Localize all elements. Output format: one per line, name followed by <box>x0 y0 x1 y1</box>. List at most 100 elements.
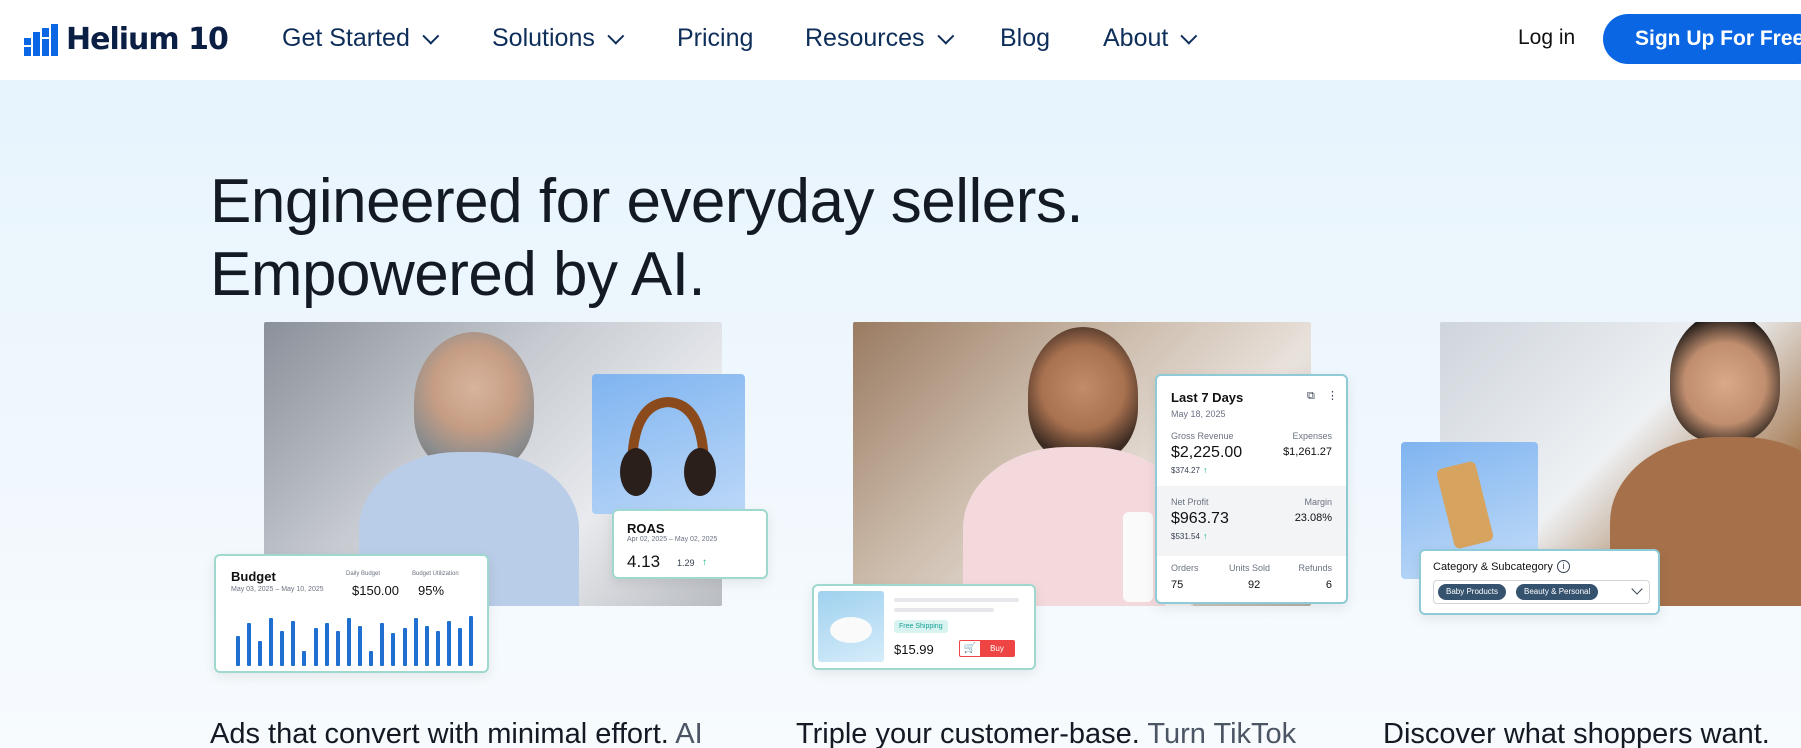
person-head <box>414 332 534 472</box>
chevron-down-icon <box>936 27 954 45</box>
login-link[interactable]: Log in <box>1518 26 1575 50</box>
caption-light: Turn TikTok <box>1147 718 1297 748</box>
tag-beauty-personal[interactable]: Beauty & Personal <box>1516 584 1599 600</box>
budget-bar <box>236 636 240 666</box>
category-select[interactable]: Baby Products Beauty & Personal <box>1433 580 1650 604</box>
budget-bar <box>458 628 462 666</box>
roas-card: ROAS Apr 02, 2025 – May 02, 2025 4.13 1.… <box>612 509 768 579</box>
product-price: $15.99 <box>894 642 934 657</box>
person-head <box>1670 322 1780 442</box>
gross-value: $2,225.00 <box>1171 444 1243 461</box>
placeholder-line <box>894 608 994 612</box>
budget-title: Budget <box>231 569 276 584</box>
free-shipping-badge: Free Shipping <box>894 620 948 633</box>
budget-bar <box>469 616 473 666</box>
budget-util-label: Budget Utilization <box>412 571 459 577</box>
nav-blog[interactable]: Blog <box>1000 24 1050 53</box>
hero-headline: Engineered for everyday sellers. Empower… <box>210 165 1084 311</box>
more-icon[interactable]: ⋮ <box>1327 389 1338 402</box>
orders-label: Orders <box>1171 563 1199 573</box>
budget-bar <box>302 651 306 666</box>
budget-bar <box>403 628 407 666</box>
budget-bar <box>414 618 418 666</box>
net-profit-row: Net Profit $963.73 $531.54 ↑ Margin 23.0… <box>1157 486 1346 556</box>
product-card: Free Shipping $15.99 🛒 Buy <box>812 584 1036 670</box>
chevron-down-icon <box>422 27 440 45</box>
headphones-image <box>592 374 745 514</box>
signup-button[interactable]: Sign Up For Free <box>1603 14 1801 64</box>
caption-customers: Triple your customer-base. Turn TikTok <box>796 718 1296 748</box>
net-change: $531.54 <box>1171 532 1200 541</box>
chevron-down-icon <box>1631 583 1643 595</box>
buy-button[interactable]: 🛒 Buy <box>959 640 1015 657</box>
units-value: 92 <box>1248 579 1261 591</box>
chevron-down-icon <box>607 27 625 45</box>
budget-bar <box>358 626 362 666</box>
roas-title: ROAS <box>627 521 665 536</box>
budget-bar <box>425 626 429 666</box>
budget-bar <box>269 618 273 666</box>
signup-label: Sign Up For Free <box>1635 27 1801 50</box>
placeholder-line <box>894 598 1019 602</box>
info-icon[interactable]: i <box>1557 560 1570 573</box>
logo-icon <box>24 23 58 56</box>
category-title: Category & Subcategory <box>1433 561 1553 573</box>
category-card: Category & Subcategory i Baby Products B… <box>1419 549 1660 615</box>
gross-label: Gross Revenue <box>1171 431 1234 441</box>
caption-bold: Ads that convert with minimal effort. <box>210 718 669 748</box>
headline-line-1: Engineered for everyday sellers. <box>210 167 1084 236</box>
daily-budget-value: $150.00 <box>352 583 399 598</box>
top-nav: Helium 10 Get Started Solutions Pricing … <box>0 0 1801 80</box>
caption-bold: Triple your customer-base. <box>796 718 1140 748</box>
caption-discover: Discover what shoppers want. <box>1383 718 1770 748</box>
margin-label: Margin <box>1304 497 1332 507</box>
budget-bar <box>325 623 329 666</box>
person-head <box>1028 327 1138 462</box>
arrow-up-icon: ↑ <box>1203 465 1208 475</box>
daily-budget-label: Daily Budget <box>346 571 381 577</box>
budget-bar-chart <box>232 616 477 666</box>
arrow-up-icon: ↑ <box>1203 531 1208 541</box>
bottle-image <box>1123 512 1153 602</box>
gross-change: $374.27 <box>1171 466 1200 475</box>
refunds-value: 6 <box>1325 579 1332 591</box>
budget-bar <box>336 631 340 666</box>
nav-solutions[interactable]: Solutions <box>492 24 625 53</box>
orders-value: 75 <box>1171 579 1184 591</box>
refunds-label: Refunds <box>1298 563 1332 573</box>
nav-get-started[interactable]: Get Started <box>282 24 440 53</box>
caption-light: AI <box>675 718 703 748</box>
nav-resources[interactable]: Resources <box>805 24 954 53</box>
budget-util-value: 95% <box>418 583 445 598</box>
tag-baby-products[interactable]: Baby Products <box>1438 584 1507 600</box>
budget-bar <box>380 623 384 666</box>
expenses-value: $1,261.27 <box>1283 446 1332 458</box>
logo[interactable]: Helium 10 <box>24 22 229 57</box>
budget-date: May 03, 2025 – May 10, 2025 <box>231 586 324 593</box>
budget-bar <box>280 631 284 666</box>
budget-bar <box>247 623 251 666</box>
nav-label: Pricing <box>677 24 754 52</box>
budget-bar <box>258 641 262 666</box>
headline-line-2: Empowered by AI. <box>210 240 706 309</box>
budget-card: Budget May 03, 2025 – May 10, 2025 Daily… <box>214 554 489 673</box>
budget-bar <box>391 633 395 666</box>
stats-card: Last 7 Days ⧉ ⋮ May 18, 2025 Gross Reven… <box>1155 374 1348 604</box>
caption-ads: Ads that convert with minimal effort. AI <box>210 718 703 748</box>
nav-about[interactable]: About <box>1103 24 1198 53</box>
budget-bar <box>291 621 295 666</box>
chevron-down-icon <box>1180 27 1198 45</box>
roas-date: Apr 02, 2025 – May 02, 2025 <box>627 536 718 543</box>
external-link-icon[interactable]: ⧉ <box>1307 390 1315 403</box>
expenses-label: Expenses <box>1292 431 1332 441</box>
roas-change: 1.29 <box>677 558 695 568</box>
nav-label: Get Started <box>282 24 410 52</box>
cart-icon: 🛒 <box>963 643 977 654</box>
nav-label: About <box>1103 24 1169 52</box>
stats-date: May 18, 2025 <box>1171 409 1226 419</box>
buy-label: Buy <box>980 641 1014 656</box>
margin-value: 23.08% <box>1294 512 1332 524</box>
nav-pricing[interactable]: Pricing <box>677 24 753 53</box>
caption-bold: Discover what shoppers want. <box>1383 718 1770 748</box>
units-label: Units Sold <box>1229 563 1271 573</box>
